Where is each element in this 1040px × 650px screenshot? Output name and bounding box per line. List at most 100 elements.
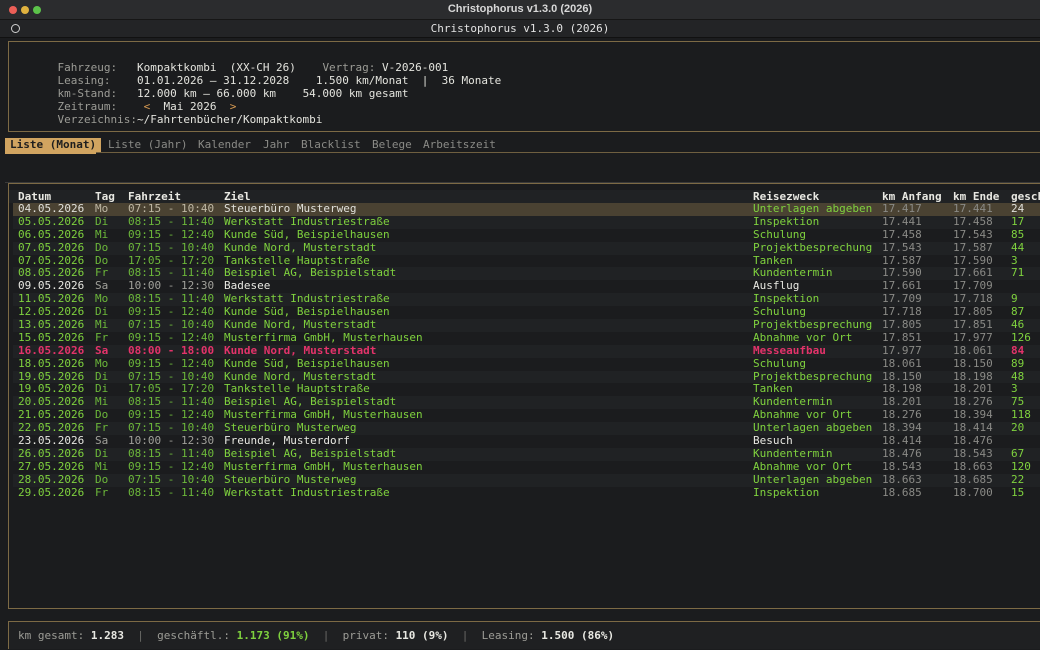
vehicle-info-panel: Fahrzeug: Kompaktkombi (XX-CH 26) Vertra… [8,41,1040,132]
table-row[interactable]: 29.05.2026 Fr 08:15 - 11:40 Werkstatt Indus… [13,485,1040,500]
tab-liste-monat[interactable]: Liste (Monat) [5,138,102,152]
cell-tag: Do [95,472,109,486]
trip-table: Datum Tag Fahrzeit Ziel Reisezweck km An… [8,183,1040,609]
cell-kma: 17.441 [882,214,922,228]
cell-zweck: Projektbesprechung [753,240,873,254]
verzeichnis-label: Verzeichnis: [57,113,137,126]
private-value: 110 (9%) [395,629,449,642]
cell-tag: Mi [95,227,109,241]
cell-kme: 18.543 [953,446,993,460]
cell-kme: 17.458 [953,214,993,228]
table-row[interactable]: 27.05.2026 Mi 09:15 - 12:40 Musterfirma Gmb… [13,459,1040,474]
cell-km: 46 [1011,318,1025,332]
table-row[interactable]: 26.05.2026 Di 08:15 - 11:40 Beispiel AG, Be… [13,446,1040,461]
info-line-verzeichnis: Verzeichnis:~/Fahrtenbücher/Kompaktkombi [31,100,323,126]
cell-kma: 17.977 [882,343,922,357]
tab-liste-jahr[interactable]: Liste (Jahr) [108,138,187,152]
private-label: privat: [342,629,389,642]
table-row[interactable]: 13.05.2026 Mi 07:15 - 10:40 Kunde Nord, Mus… [13,318,1040,332]
cell-tag: Mi [95,459,109,473]
cell-datum: 27.05.2026 [18,459,85,473]
cell-zweck: Abnahme vor Ort [753,459,853,473]
cell-km: 126 [1011,330,1031,344]
cell-kme: 18.700 [953,485,993,499]
table-row[interactable]: 18.05.2026 Mo 09:15 - 12:40 Kunde Süd, Beis… [13,356,1040,371]
cell-zeit: 07:15 - 10:40 [128,202,215,215]
cell-zeit: 09:15 - 12:40 [128,459,215,473]
cell-kme: 17.441 [953,202,993,215]
tab-arbeitszeit[interactable]: Arbeitszeit [423,138,496,152]
cell-kme: 18.061 [953,343,993,357]
tab-blacklist[interactable]: Blacklist [301,138,361,152]
cell-datum: 15.05.2026 [18,330,85,344]
cell-km: 20 [1011,421,1025,435]
table-row[interactable]: 28.05.2026 Do 07:15 - 10:40 Steuerbüro Must… [13,472,1040,487]
table-row[interactable]: 04.05.2026 Mo 07:15 - 10:40 Steuerbüro Must… [13,202,1040,216]
table-row[interactable]: 15.05.2026 Fr 09:15 - 12:40 Musterfirma Gmb… [13,330,1040,345]
cell-ziel: Musterfirma GmbH, Musterhausen [224,330,423,344]
cell-kma: 17.417 [882,202,922,215]
cell-tag: Mi [95,318,109,332]
table-row[interactable]: 05.05.2026 Di 08:15 - 11:40 Werkstatt Indus… [13,214,1040,229]
tab-kalender[interactable]: Kalender [198,138,251,152]
cell-zweck: Unterlagen abgeben [753,472,873,486]
cell-datum: 23.05.2026 [18,434,85,448]
cell-datum: 04.05.2026 [18,202,85,215]
leasing-duration: 36 Monate [441,74,502,87]
cell-datum: 06.05.2026 [18,227,85,241]
info-line-zeitraum: Zeitraum: < Mai 2026 > [31,87,237,113]
cell-tag: Fr [95,485,109,499]
cell-datum: 07.05.2026 [18,240,85,254]
cell-zweck: Projektbesprechung [753,318,873,332]
cell-zeit: 08:15 - 11:40 [128,446,215,460]
cell-km: 84 [1011,343,1025,357]
tab-divider [5,152,1040,153]
cell-zeit: 08:00 - 18:00 [128,343,215,357]
cell-km: 17 [1011,214,1025,228]
kmstand-total: 54.000 km gesamt [302,87,409,100]
app-header: Christophorus v1.3.0 (2026) [0,20,1040,38]
cell-kma: 17.543 [882,240,922,254]
window-title: Christophorus v1.3.0 (2026) [447,3,593,15]
cell-kma: 18.543 [882,459,922,473]
business-value: 1.173 (91%) [236,629,310,642]
cell-zweck: Schulung [753,356,806,370]
km-total-value: 1.283 [90,629,124,642]
table-row[interactable]: 16.05.2026 Sa 08:00 - 18:00 Kunde Nord, Mus… [13,343,1040,358]
cell-ziel: Steuerbüro Musterweg [224,472,357,486]
tab-jahr[interactable]: Jahr [263,138,290,152]
cell-kme: 17.977 [953,330,993,344]
cell-zeit: 07:15 - 10:40 [128,318,215,332]
cell-ziel: Kunde Süd, Beispielhausen [224,356,390,370]
table-row[interactable]: 23.05.2026 Sa 10:00 - 12:30 Freunde, Muster… [13,434,1040,448]
cell-datum: 05.05.2026 [18,214,85,228]
table-row[interactable]: 06.05.2026 Mi 09:15 - 12:40 Kunde Süd, Beis… [13,227,1040,242]
cell-ziel: Kunde Süd, Beispielhausen [224,227,390,241]
cell-tag: Sa [95,434,109,448]
cell-datum: 16.05.2026 [18,343,85,357]
cell-kme: 17.851 [953,318,993,332]
info-line-kmstand: km-Stand: 12.000 km — 66.000 km 54.000 k… [31,74,409,100]
cell-zweck: Schulung [753,227,806,241]
cell-km: 44 [1011,240,1025,254]
cell-kme: 17.587 [953,240,993,254]
cell-zeit: 07:15 - 10:40 [128,240,215,254]
cell-tag: Mo [95,356,109,370]
cell-datum: 18.05.2026 [18,356,85,370]
cell-kma: 18.663 [882,472,922,486]
cell-kme: 18.685 [953,472,993,486]
cell-ziel: Steuerbüro Musterweg [224,202,357,215]
cell-zeit: 09:15 - 12:40 [128,227,215,241]
cell-zeit: 08:15 - 11:40 [128,214,215,228]
cell-ziel: Werkstatt Industriestraße [224,214,390,228]
cell-km: 89 [1011,356,1025,370]
cell-zeit: 09:15 - 12:40 [128,356,215,370]
active-tab-indicator [5,152,96,154]
tab-belege[interactable]: Belege [372,138,412,152]
cell-tag: Do [95,240,109,254]
cell-km: 22 [1011,472,1025,486]
km-total-label: km gesamt: [18,629,85,642]
app-title: Christophorus v1.3.0 (2026) [430,22,610,35]
table-row[interactable]: 07.05.2026 Do 07:15 - 10:40 Kunde Nord, Mus… [13,240,1040,255]
cell-kme: 18.150 [953,356,993,370]
